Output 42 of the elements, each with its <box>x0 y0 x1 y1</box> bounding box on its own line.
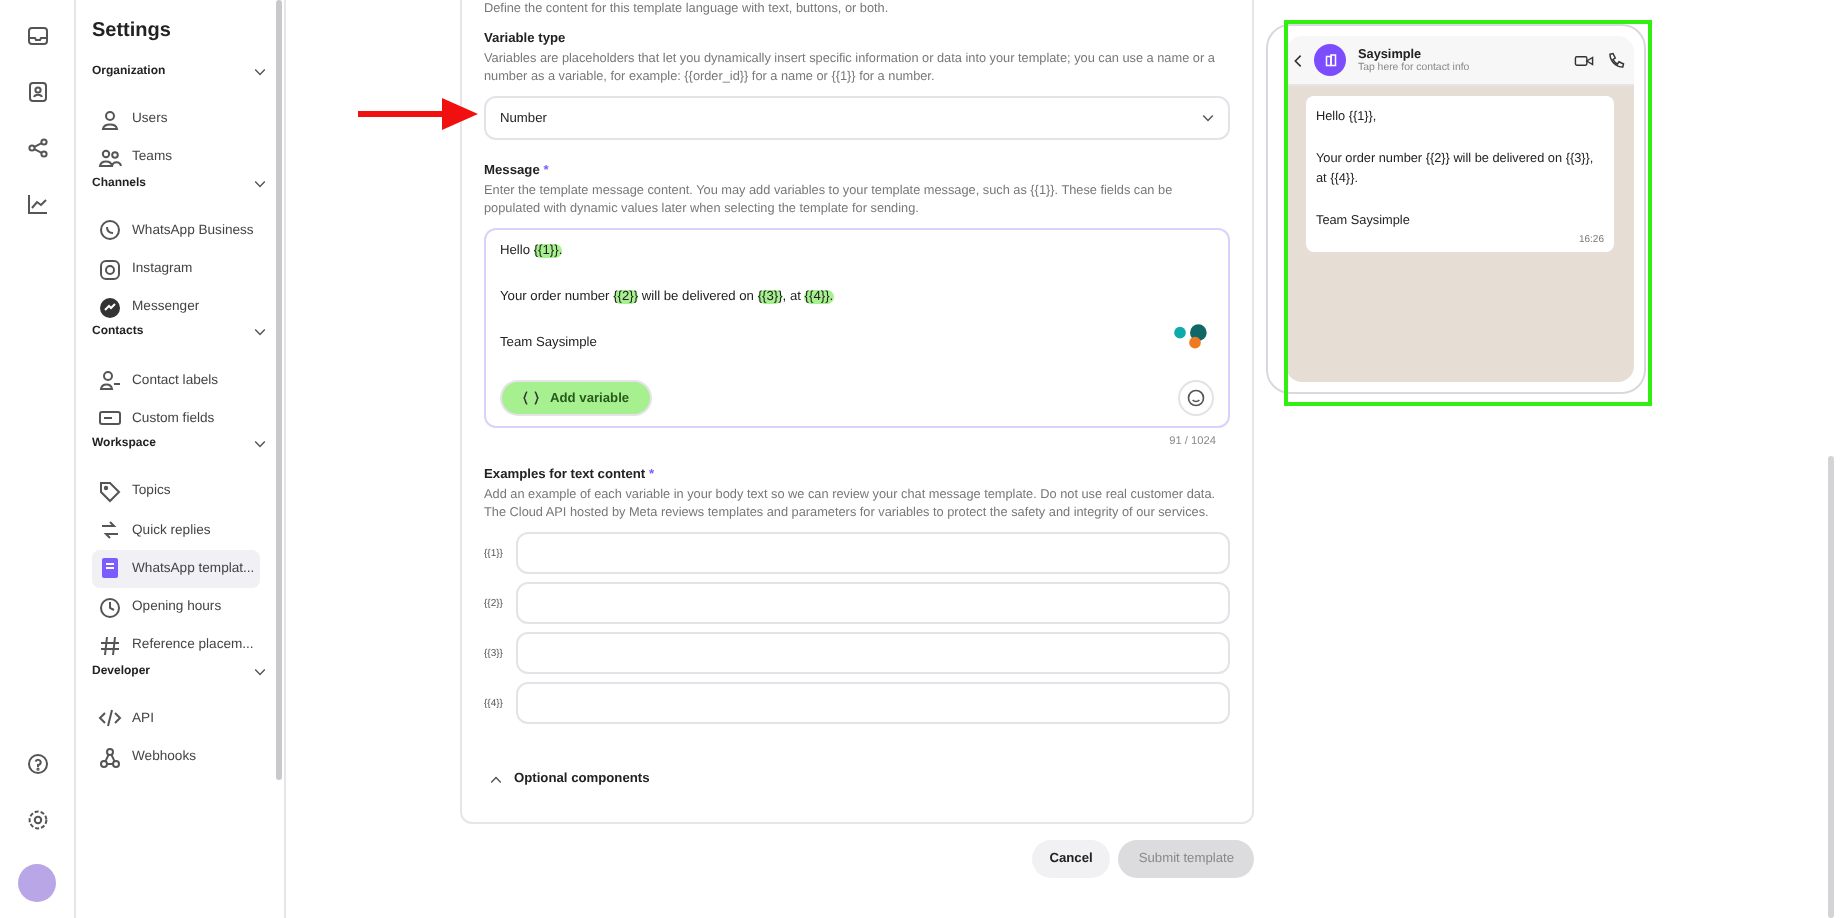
instagram-icon <box>98 257 122 282</box>
chevron-icon[interactable] <box>254 68 266 76</box>
code-icon <box>98 706 122 731</box>
smiley-icon <box>1186 388 1206 408</box>
reports-icon <box>25 192 49 216</box>
messenger-icon <box>98 295 122 320</box>
settings-icon <box>25 808 49 832</box>
whatsapp-icon <box>98 218 122 243</box>
webhook-icon <box>98 745 122 769</box>
help-icon <box>25 752 49 776</box>
emoji-button[interactable] <box>1178 380 1214 416</box>
inbox-icon <box>25 24 49 48</box>
building-icon <box>1321 51 1339 69</box>
tag-icon <box>98 479 122 504</box>
settings-title: Settings <box>92 20 173 42</box>
chevron-icon[interactable] <box>254 667 266 676</box>
phone-icon[interactable] <box>1606 51 1626 69</box>
video-call-icon[interactable] <box>1574 51 1594 69</box>
clock-icon <box>98 595 122 620</box>
contacts-icon <box>25 80 49 104</box>
chevron-icon[interactable] <box>490 775 502 783</box>
label-icon <box>98 368 122 393</box>
example-input[interactable] <box>516 682 1230 724</box>
scrollbar[interactable] <box>1828 456 1834 918</box>
chevron-icon[interactable] <box>254 328 266 337</box>
example-input[interactable] <box>516 532 1230 574</box>
field-icon <box>98 406 122 431</box>
flows-icon <box>25 136 49 160</box>
chevron-icon[interactable] <box>254 440 266 449</box>
dropdown-caret-icon[interactable] <box>1202 114 1214 122</box>
template-icon <box>98 556 122 581</box>
annotation-arrow <box>358 94 478 134</box>
back-icon[interactable] <box>1294 53 1302 67</box>
hash-icon <box>98 633 122 658</box>
chevron-icon[interactable] <box>254 179 266 188</box>
user-icon <box>98 107 122 132</box>
example-input[interactable] <box>516 582 1230 624</box>
grammar-assistant-icon[interactable] <box>1170 322 1210 350</box>
reply-icon <box>98 518 122 543</box>
braces-icon <box>522 390 540 406</box>
team-icon <box>98 145 122 170</box>
example-input[interactable] <box>516 632 1230 674</box>
